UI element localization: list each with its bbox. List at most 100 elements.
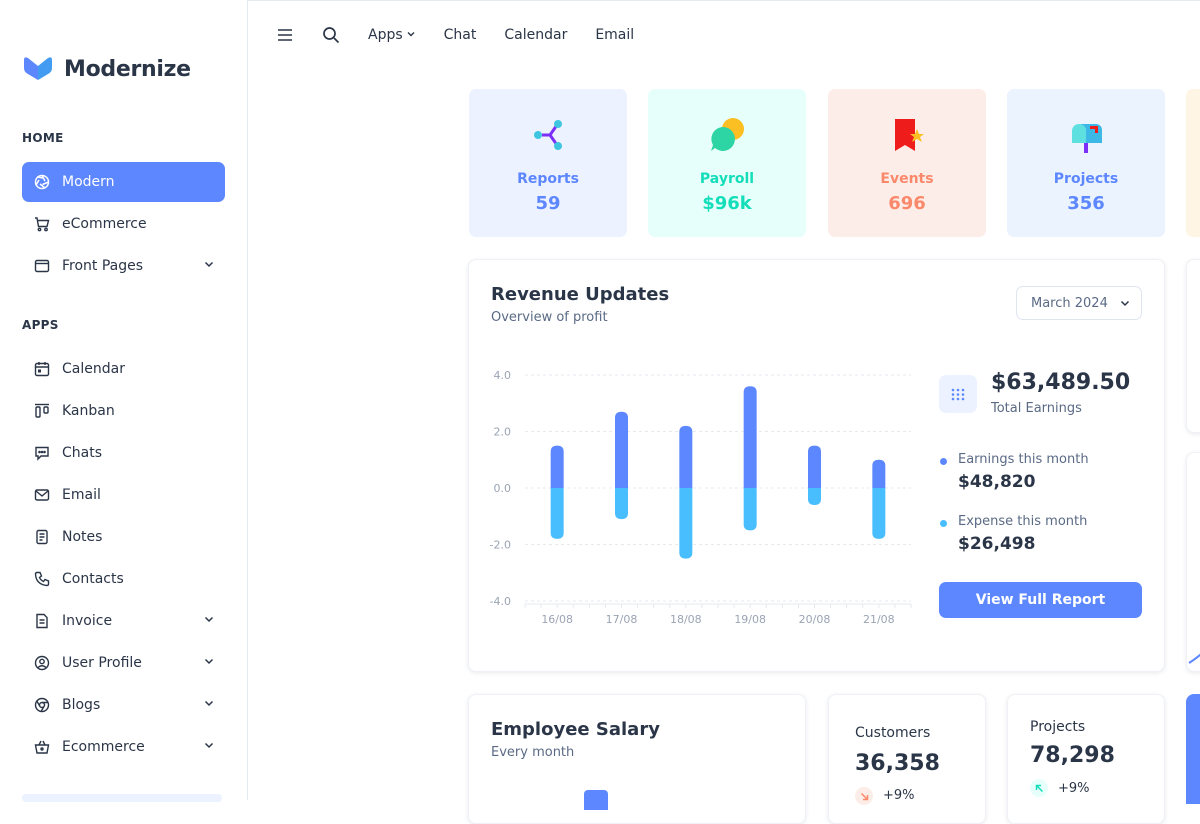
stat-label: Payroll	[699, 171, 755, 187]
expense-bar	[872, 488, 886, 539]
nav-link-chat[interactable]: Chat	[444, 27, 477, 43]
card-title: Revenue Updates	[491, 284, 670, 305]
sidebar-item-label: Contacts	[62, 571, 124, 587]
sidebar-item-label: Calendar	[62, 361, 125, 377]
sidebar-item-user-profile[interactable]: User Profile	[22, 643, 225, 683]
sidebar-item-contacts[interactable]: Contacts	[22, 559, 225, 599]
sidebar-item-kanban[interactable]: Kanban	[22, 391, 225, 431]
brand-logo[interactable]: Modernize	[22, 56, 191, 82]
nav-link-email[interactable]: Email	[595, 27, 634, 43]
projects-change: +9%	[1058, 781, 1090, 796]
y-tick-label: 2.0	[494, 426, 512, 439]
y-tick-label: -2.0	[490, 539, 511, 552]
earnings-value: $48,820	[958, 472, 1036, 492]
x-tick-label: 19/08	[734, 613, 766, 626]
expense-bar	[743, 488, 757, 531]
partial-card-right-mid	[1186, 452, 1200, 672]
nav-link-apps[interactable]: Apps	[368, 27, 416, 43]
nav-link-calendar[interactable]: Calendar	[504, 27, 567, 43]
earnings-bar	[550, 445, 564, 488]
total-earnings-value: $63,489.50	[991, 370, 1131, 395]
menu-icon[interactable]	[270, 20, 300, 50]
sidebar: Modernize HOME Modern eCommerce Front Pa…	[0, 0, 248, 802]
search-icon[interactable]	[316, 20, 346, 50]
top-navbar: Apps Chat Calendar Email	[270, 18, 634, 52]
stat-card-reports[interactable]: Reports 59	[469, 89, 627, 237]
chevron-down-icon	[203, 613, 215, 629]
expense-bar	[550, 488, 564, 539]
sidebar-item-label: Blogs	[62, 697, 101, 713]
file-text-icon	[34, 613, 50, 629]
y-tick-label: -4.0	[490, 595, 511, 608]
chevron-down-icon	[406, 27, 416, 43]
stat-label: Projects	[1053, 171, 1119, 187]
nav-section-apps: APPS	[22, 318, 59, 332]
projects-value: 78,298	[1030, 743, 1115, 768]
sidebar-item-label: Ecommerce	[62, 739, 145, 755]
stat-card-payroll[interactable]: Payroll $96k	[648, 89, 806, 237]
stat-card-projects[interactable]: Projects 356	[1007, 89, 1165, 237]
customers-label: Customers	[855, 725, 931, 741]
stat-card-events[interactable]: Events 696	[828, 89, 986, 237]
mail-icon	[34, 487, 50, 503]
stat-label: Events	[880, 171, 934, 187]
sidebar-item-chats[interactable]: Chats	[22, 433, 225, 473]
message-icon	[34, 445, 50, 461]
earnings-bar	[808, 445, 821, 488]
speech-bubbles-icon	[705, 113, 749, 157]
sidebar-item-ecommerce-app[interactable]: Ecommerce	[22, 727, 225, 767]
revenue-updates-card: Revenue Updates Overview of profit March…	[468, 259, 1165, 672]
share-icon	[526, 113, 570, 157]
y-tick-label: 4.0	[494, 369, 512, 382]
sidebar-item-blogs[interactable]: Blogs	[22, 685, 225, 725]
projects-card: Projects 78,298 +9%	[1007, 694, 1165, 824]
sidebar-item-label: Kanban	[62, 403, 115, 419]
stat-label: Reports	[517, 171, 579, 187]
earnings-bar	[872, 459, 886, 488]
sidebar-item-email[interactable]: Email	[22, 475, 225, 515]
sidebar-item-invoice[interactable]: Invoice	[22, 601, 225, 641]
customers-change: +9%	[883, 788, 915, 803]
stat-value: 59	[535, 193, 561, 214]
view-full-report-button[interactable]: View Full Report	[939, 582, 1142, 618]
layout-icon	[34, 258, 50, 274]
chevron-down-icon	[203, 739, 215, 755]
x-tick-label: 16/08	[541, 613, 573, 626]
legend-dot-expense	[940, 520, 947, 527]
stat-card-partial	[1186, 89, 1200, 237]
sidebar-item-label: User Profile	[62, 655, 142, 671]
customers-card: Customers 36,358 +9%	[828, 694, 986, 824]
customers-value: 36,358	[855, 751, 940, 776]
sidebar-item-ecommerce[interactable]: eCommerce	[22, 204, 225, 244]
sidebar-item-label: Front Pages	[62, 258, 144, 274]
kanban-icon	[34, 403, 50, 419]
total-earnings-label: Total Earnings	[991, 401, 1082, 416]
y-tick-label: 0.0	[494, 482, 512, 495]
month-select-value: March 2024	[1031, 295, 1108, 311]
notes-icon	[34, 529, 50, 545]
salary-bar	[584, 790, 608, 810]
card-subtitle: Overview of profit	[491, 310, 608, 325]
stat-value: 696	[888, 193, 926, 214]
arrow-up-left-icon	[1030, 779, 1048, 797]
arrow-down-right-icon	[855, 787, 873, 805]
mailbox-icon	[1064, 113, 1108, 157]
month-select[interactable]: March 2024	[1016, 286, 1142, 320]
sidebar-item-modern[interactable]: Modern	[22, 162, 225, 202]
chevron-down-icon	[1119, 297, 1131, 313]
grid-dots-icon	[939, 375, 977, 413]
earnings-bar	[615, 411, 628, 488]
partial-card-right-bottom	[1186, 694, 1200, 804]
sidebar-item-notes[interactable]: Notes	[22, 517, 225, 557]
expense-label: Expense this month	[958, 514, 1088, 529]
sidebar-item-calendar[interactable]: Calendar	[22, 349, 225, 389]
revenue-bar-chart: 4.0 2.0 0.0 -2.0 -4.0 16/08 17/08 18/08 19/08 20/…	[490, 369, 912, 626]
stat-value: 356	[1067, 193, 1105, 214]
expense-bar	[808, 488, 821, 505]
employee-salary-card: Employee Salary Every month	[468, 694, 806, 824]
phone-icon	[34, 571, 50, 587]
x-tick-label: 18/08	[670, 613, 702, 626]
basket-icon	[34, 739, 50, 755]
user-circle-icon	[34, 655, 50, 671]
sidebar-item-front-pages[interactable]: Front Pages	[22, 246, 225, 286]
